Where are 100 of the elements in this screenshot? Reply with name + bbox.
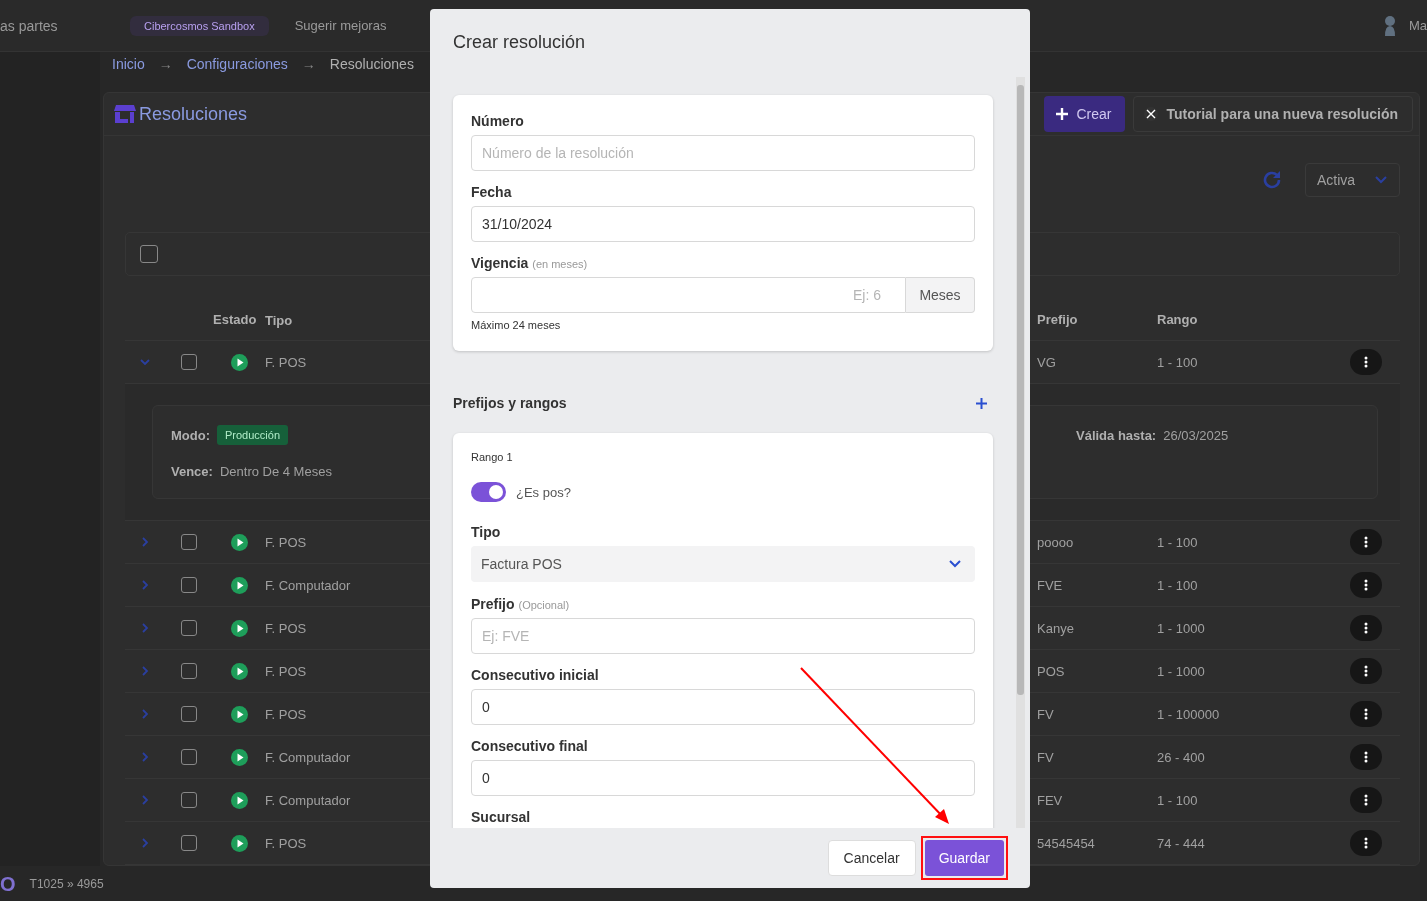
row-checkbox[interactable] [181,835,197,851]
table-cell-text: 1 - 100 [1157,534,1199,550]
row-checkbox[interactable] [181,577,197,593]
table-cell-text: 54545454 [1037,835,1096,851]
create-button[interactable]: Crear [1044,96,1126,132]
more-icon [1364,356,1368,368]
breadcrumb-separator: → [158,56,173,72]
start-number-field[interactable]: 0 [471,689,975,725]
pos-toggle[interactable] [471,482,506,502]
play-icon [230,576,248,594]
row-checkbox[interactable] [181,620,197,636]
more-icon [1364,794,1368,806]
more-button[interactable] [1350,744,1382,770]
field-hint: (Opcional) [518,599,570,611]
table-cell-text: 1 - 100000 [1157,706,1221,722]
table-cell-text: FV [1037,749,1055,765]
more-button[interactable] [1350,830,1382,856]
page-title: Resoluciones [139,103,248,125]
detail-value: Dentro De 4 Meses [219,463,332,479]
play-icon [230,662,248,680]
row-checkbox[interactable] [181,534,197,550]
table-cell-text: FVE [1037,577,1064,593]
detail-label: Modo: [171,427,210,443]
end-number-field[interactable]: 0 [471,760,975,796]
play-icon [230,791,248,809]
more-button[interactable] [1350,787,1382,813]
play-icon [230,834,248,852]
field-label: Vigencia [471,255,529,271]
breadcrumb-link[interactable]: Configuraciones [186,56,288,72]
toggle-label: ¿Es pos? [516,484,571,500]
more-icon [1364,837,1368,849]
table-cell: F. Computador [265,750,351,765]
chevron-down-icon [1375,176,1387,184]
more-icon [1364,665,1368,677]
logo-text: O [0,872,16,896]
nav-link[interactable]: as partes [0,17,130,34]
mode-badge: Producción [217,425,289,445]
row-checkbox[interactable] [181,749,197,765]
range-title: Rango 1 [471,451,514,463]
table-cell-text: 74 - 444 [1157,835,1206,851]
more-button[interactable] [1350,572,1382,598]
more-button[interactable] [1350,615,1382,641]
table-cell: F. Computador [265,578,351,593]
tutorial-button[interactable]: Tutorial para una nueva resolución [1133,96,1413,132]
validity-field[interactable]: Ej: 6 [471,277,906,313]
add-icon[interactable] [976,397,987,409]
more-button[interactable] [1350,658,1382,684]
help-text: Máximo 24 meses [471,319,562,331]
column-header: Prefijo [1037,312,1079,327]
play-icon [230,619,248,637]
row-checkbox[interactable] [181,663,197,679]
cancel-button[interactable]: Cancelar [827,840,916,876]
more-button[interactable] [1350,529,1382,555]
field-label: Tipo [471,524,502,540]
plus-icon [1056,108,1069,120]
table-cell-text: 1 - 100 [1157,792,1199,808]
section-title: Prefijos y rangos [453,395,567,411]
breadcrumb-link[interactable]: Resoluciones [329,56,414,72]
breadcrumb-link[interactable]: Inicio [112,56,145,72]
field-label: Fecha [471,184,513,200]
number-field[interactable]: Número de la resolución [471,135,975,171]
column-header: Tipo [265,313,293,328]
field-label: Consecutivo final [471,738,589,754]
avatar-icon[interactable] [1382,14,1397,37]
table-cell-text: 26 - 400 [1157,749,1206,765]
field-label: Prefijo [471,596,515,612]
prefix-field[interactable]: Ej: FVE [471,618,975,654]
row-checkbox[interactable] [181,792,197,808]
table-cell-text: FEV [1037,792,1064,808]
row-checkbox[interactable] [181,354,197,370]
scrollbar[interactable] [1016,77,1025,828]
table-cell: F. POS [265,355,307,370]
store-icon [114,105,136,123]
table-cell-text: VG [1037,354,1057,370]
suggest-link[interactable]: Sugerir mejoras [294,18,387,33]
table-cell-text: 1 - 100 [1157,577,1199,593]
play-icon [230,533,248,551]
field-label: Número [471,113,525,129]
select-all-checkbox[interactable] [140,245,158,263]
status-select[interactable]: Activa [1305,163,1400,197]
play-icon [230,353,248,371]
table-cell-text: Kanye [1037,620,1075,636]
more-icon [1364,579,1368,591]
detail-value: 26/03/2025 [1163,427,1229,443]
field-label: Sucursal [471,809,532,825]
user-name[interactable]: Ma [1408,18,1427,33]
date-field[interactable]: 31/10/2024 [471,206,975,242]
table-cell-text: FV [1037,706,1055,722]
save-button[interactable]: Guardar [924,840,1004,876]
more-button[interactable] [1350,701,1382,727]
version-text: T1025 » 4965 [29,877,104,891]
field-label: Consecutivo inicial [471,667,600,683]
more-icon [1364,708,1368,720]
table-cell: F. POS [265,707,307,722]
type-select[interactable]: Factura POS [471,546,975,582]
table-cell-text: poooo [1037,534,1075,550]
more-button[interactable] [1350,349,1382,375]
workspace-badge[interactable]: Cibercosmos Sandbox [130,15,269,36]
detail-label: Vence: [171,463,213,479]
row-checkbox[interactable] [181,706,197,722]
